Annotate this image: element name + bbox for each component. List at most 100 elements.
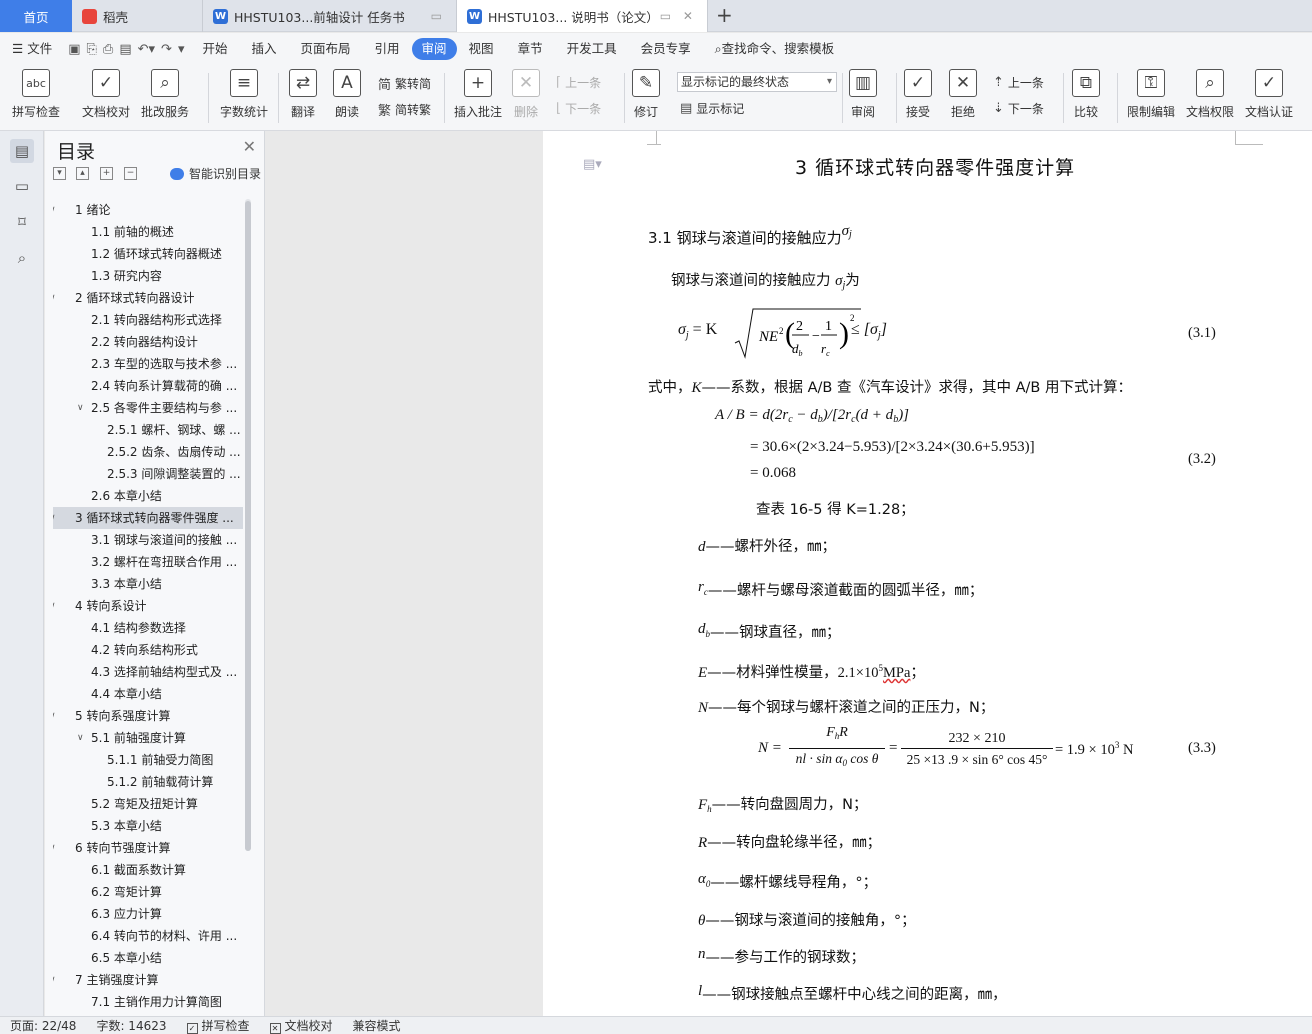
toc-item[interactable]: 1.3 研究内容: [53, 265, 243, 287]
show-markup-button[interactable]: ▤ 显示标记: [680, 100, 744, 117]
toc-item[interactable]: 2.4 转向系计算载荷的确 ...: [53, 375, 243, 397]
command-search[interactable]: ⌕查找命令、搜索模板: [703, 38, 847, 60]
toc-item[interactable]: ∨ 3 循环球式转向器零件强度 ...: [53, 507, 243, 529]
tab-thesis-doc[interactable]: W HHSTU103... 说明书（论文） ▭ ✕: [456, 0, 708, 32]
toc-item[interactable]: ∨ 2 循环球式转向器设计: [53, 287, 243, 309]
track-changes-button[interactable]: ✎ 修订: [632, 69, 660, 120]
delete-comment-button[interactable]: ✕ 删除: [512, 69, 540, 120]
insert-comment-button[interactable]: + 插入批注: [454, 69, 502, 120]
prev-change-button[interactable]: ⇡ 上一条: [993, 74, 1044, 91]
add-entry-icon[interactable]: +: [100, 167, 113, 180]
toc-scrollbar-thumb[interactable]: [245, 201, 251, 851]
toc-item[interactable]: 3.2 螺杆在弯扭联合作用 ...: [53, 551, 243, 573]
expand-up-icon[interactable]: ▴: [76, 167, 89, 180]
word-count-indicator[interactable]: 字数: 14623: [86, 1017, 176, 1034]
toc-item[interactable]: 4.1 结构参数选择: [53, 617, 243, 639]
more-icon[interactable]: ▾: [178, 42, 185, 57]
menu-review[interactable]: 审阅: [411, 38, 457, 60]
save-icon[interactable]: ▣: [68, 42, 80, 57]
markup-state-select[interactable]: 显示标记的最终状态: [677, 72, 837, 92]
toc-item[interactable]: 5.2 弯矩及扭矩计算: [53, 793, 243, 815]
toc-item[interactable]: ∨ 5 转向系强度计算: [53, 705, 243, 727]
doc-permission-button[interactable]: ⌕ 文档权限: [1186, 69, 1234, 120]
accept-button[interactable]: ✓ 接受: [904, 69, 932, 120]
toc-item[interactable]: 2.1 转向器结构形式选择: [53, 309, 243, 331]
toc-item[interactable]: ∨ 6 转向节强度计算: [53, 837, 243, 859]
menu-view[interactable]: 视图: [457, 38, 506, 60]
chevron-down-icon[interactable]: ∨: [53, 705, 56, 727]
doc-cert-button[interactable]: ✓ 文档认证: [1245, 69, 1293, 120]
toc-item[interactable]: 1.1 前轴的概述: [53, 221, 243, 243]
restrict-edit-button[interactable]: ⚿ 限制编辑: [1127, 69, 1175, 120]
trad-to-simp-button[interactable]: 简繁转简: [378, 74, 431, 93]
toc-item[interactable]: 5.3 本章小结: [53, 815, 243, 837]
toc-item[interactable]: 6.1 截面系数计算: [53, 859, 243, 881]
simp-to-trad-button[interactable]: 繁简转繁: [378, 100, 431, 119]
paragraph-format-icon[interactable]: ▤▾: [583, 157, 602, 172]
doc-check-button[interactable]: ✓ 文档校对: [82, 69, 130, 120]
tab-tools-icon[interactable]: ▭: [431, 9, 446, 23]
new-tab-plus-icon[interactable]: +: [716, 3, 733, 27]
toc-item[interactable]: 2.5.2 齿条、齿扇传动 ...: [53, 441, 243, 463]
toc-item[interactable]: 2.5.3 间隙调整装置的 ...: [53, 463, 243, 485]
preview-icon[interactable]: ▤: [119, 42, 131, 57]
file-menu[interactable]: ☰ 文件: [0, 38, 64, 60]
close-icon[interactable]: ✕: [243, 137, 256, 156]
toc-item[interactable]: 6.4 转向节的材料、许用 ...: [53, 925, 243, 947]
toc-item[interactable]: 5.1.2 前轴载荷计算: [53, 771, 243, 793]
compare-button[interactable]: ⧉ 比较: [1072, 69, 1100, 120]
redo-icon[interactable]: ↷: [161, 42, 172, 57]
toc-item[interactable]: ∨ 7 主销强度计算: [53, 969, 243, 991]
read-aloud-button[interactable]: A 朗读: [333, 69, 361, 120]
next-comment-button[interactable]: ⌊ 下一条: [556, 100, 601, 117]
prev-comment-button[interactable]: ⌈ 上一条: [556, 74, 601, 91]
review-pane-button[interactable]: ▥ 审阅: [849, 69, 877, 120]
menu-start[interactable]: 开始: [190, 38, 239, 60]
open-icon[interactable]: ⎘: [87, 42, 97, 57]
toc-item[interactable]: ∨ 5.1 前轴强度计算: [53, 727, 243, 749]
toc-item[interactable]: 1.2 循环球式转向器概述: [53, 243, 243, 265]
chevron-down-icon[interactable]: ∨: [53, 837, 56, 859]
toc-item[interactable]: 6.3 应力计算: [53, 903, 243, 925]
undo-icon[interactable]: ↶▾: [138, 42, 155, 57]
toc-item[interactable]: ∨ 1 绪论: [53, 199, 243, 221]
menu-references[interactable]: 引用: [363, 38, 412, 60]
chevron-down-icon[interactable]: ∨: [53, 199, 56, 221]
remove-entry-icon[interactable]: −: [124, 167, 137, 180]
toc-item[interactable]: 4.4 本章小结: [53, 683, 243, 705]
tab-task-doc[interactable]: W HHSTU103...前轴设计 任务书 ▭: [202, 0, 456, 32]
document-page[interactable]: ▤▾ 3 循环球式转向器零件强度计算 3.1 钢球与滚道间的接触应力σj 钢球与…: [543, 131, 1312, 1016]
toc-item[interactable]: 3.1 钢球与滚道间的接触 ...: [53, 529, 243, 551]
toc-item[interactable]: 2.3 车型的选取与技术参 ...: [53, 353, 243, 375]
next-change-button[interactable]: ⇣ 下一条: [993, 100, 1044, 117]
bookmark-icon[interactable]: ⌑: [10, 210, 34, 234]
toc-item[interactable]: 4.2 转向系结构形式: [53, 639, 243, 661]
chevron-down-icon[interactable]: ∨: [77, 397, 84, 419]
toc-item[interactable]: ∨ 2.5 各零件主要结构与参 ...: [53, 397, 243, 419]
tab-home[interactable]: 首页: [0, 0, 72, 32]
toc-item[interactable]: 7.1 主销作用力计算简图: [53, 991, 243, 1013]
reject-button[interactable]: ✕ 拒绝: [949, 69, 977, 120]
toc-item[interactable]: ∨ 4 转向系设计: [53, 595, 243, 617]
chevron-down-icon[interactable]: ∨: [77, 727, 84, 749]
menu-layout[interactable]: 页面布局: [289, 38, 363, 60]
chevron-down-icon[interactable]: ∨: [53, 595, 56, 617]
batch-service-button[interactable]: ⌕ 批改服务: [141, 69, 189, 120]
chevron-down-icon[interactable]: ∨: [53, 507, 56, 529]
toc-item[interactable]: 2.6 本章小结: [53, 485, 243, 507]
word-count-button[interactable]: ≡ 字数统计: [220, 69, 268, 120]
toc-item[interactable]: 3.3 本章小结: [53, 573, 243, 595]
toc-item[interactable]: 5.1.1 前轴受力简图: [53, 749, 243, 771]
status-spell-check[interactable]: ✓ 拼写检查: [177, 1017, 260, 1034]
menu-member[interactable]: 会员专享: [629, 38, 703, 60]
toc-item[interactable]: 6.5 本章小结: [53, 947, 243, 969]
toc-item[interactable]: 2.2 转向器结构设计: [53, 331, 243, 353]
menu-devtools[interactable]: 开发工具: [555, 38, 629, 60]
toc-item[interactable]: 2.5.1 螺杆、钢球、螺 ...: [53, 419, 243, 441]
tab-daoke[interactable]: 稻壳: [72, 0, 202, 32]
page-indicator[interactable]: 页面: 22/48: [0, 1017, 86, 1034]
toc-item[interactable]: 4.3 选择前轴结构型式及 ...: [53, 661, 243, 683]
search-icon[interactable]: ⌕: [10, 246, 34, 270]
collapse-all-icon[interactable]: ▾: [53, 167, 66, 180]
status-doc-check[interactable]: ✕ 文档校对: [260, 1017, 343, 1034]
